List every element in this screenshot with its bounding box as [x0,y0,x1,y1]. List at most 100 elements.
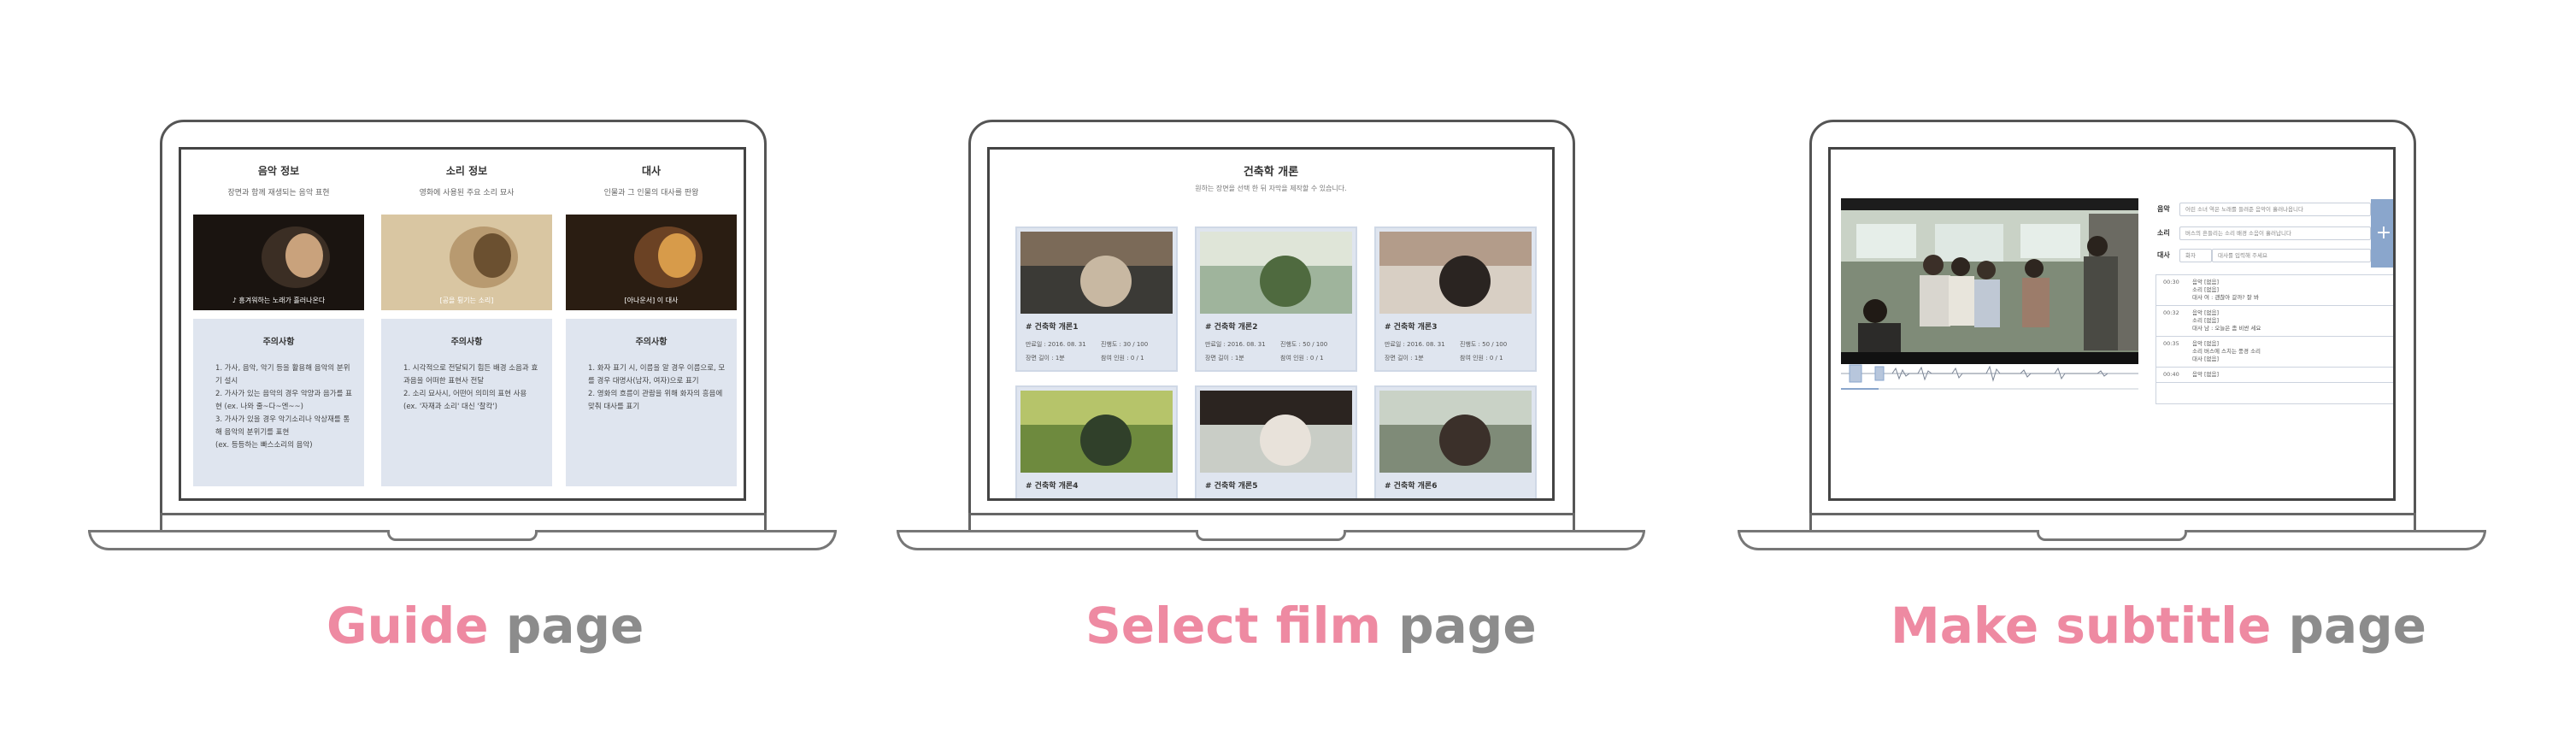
subtitle-input[interactable]: 대사를 입력해 주세요 [2212,249,2371,262]
film-thumbnail[interactable] [1379,391,1532,473]
guide-notice-box: 주의사항 1. 시각적으로 전달되기 힘든 배경 소음과 효과음을 어떠한 표현사… [381,319,552,486]
film-progress: 50 / 100 [1482,497,1507,498]
film-date: 2016. 08. 31 [1407,341,1445,348]
film-progress-label: 진행도 [1460,341,1477,348]
video-player[interactable] [1841,198,2138,364]
audio-waveform[interactable] [1841,363,2138,397]
film-card-title: # 건축학 개론4 [1026,482,1079,491]
guide-example-image: [아나운서] 이 대사 [566,215,737,310]
guide-example-image: ♪ 흥겨워하는 노래가 흘러나온다 [193,215,364,310]
guide-notice-item: 2. 가사가 있는 음악의 경우 악양과 음가를 표현 (ex. 나와 줄~다~… [215,390,352,411]
subtitle-entry[interactable]: 00:30 음악 [없음] 소리 [없음] 대사 여 : 괜찮아 갈까? 잘 봐 [2156,275,2393,306]
film-date-label: 만료일 [1026,341,1043,348]
film-thumbnail[interactable] [1200,391,1352,473]
film-progress: 50 / 100 [1303,341,1328,348]
film-date: 2016. 08. 31 [1227,497,1266,498]
film-progress-label: 진행도 [1101,341,1118,348]
speaker-select[interactable]: 화자 [2179,249,2212,262]
subtitle-entry-line: 음악 [없음] [2192,340,2220,347]
guide-column: 음악 정보 장면과 함께 재생되는 음악 표현 [193,150,364,197]
film-progress: 30 / 100 [1123,341,1149,348]
subtitle-entry[interactable]: 00:35 음악 [없음] 소리 버스에 스치는 풍경 소리 대사 [없음] [2156,337,2393,368]
film-cut: 1분 [1414,355,1424,362]
caption-make-subtitle: Make subtitle page [1891,597,2426,655]
subtitle-entry-time: 00:35 [2163,340,2179,347]
film-thumbnail[interactable] [1020,391,1173,473]
film-card-title: # 건축학 개론1 [1026,323,1079,332]
film-count: 0 / 1 [1309,355,1324,362]
subtitle-field-label: 대사 [2157,251,2170,259]
film-cut-label: 장면 길이 [1385,355,1409,362]
subtitle-entry[interactable]: 00:40 음악 [없음] [2156,368,2393,383]
film-progress-label: 진행도 [1101,497,1117,498]
guide-image-caption: ♪ 흥겨워하는 노래가 흘러나온다 [232,297,326,304]
subtitle-entry-line: 소리 버스에 스치는 풍경 소리 [2192,348,2261,355]
caption-select-film: Select film page [1085,597,1537,655]
film-card-meta: 만료일 : 2016. 08. 31 진행도 : 30 / 100 장면 길이 : … [1026,338,1171,365]
subtitle-entry-time: 00:40 [2163,371,2179,378]
guide-notice-item: 1. 가사, 음악, 악기 등을 활용해 음악의 분위기 설시 [215,364,350,385]
film-date: 2016. 08. 31 [1227,341,1266,348]
subtitle-input[interactable]: 어린 소녀 역은 노래를 들려준 음악이 흘러나옵니다 [2179,203,2371,216]
film-thumbnail[interactable] [1379,232,1532,314]
film-thumbnail[interactable] [1020,232,1173,314]
guide-notice-title: 주의사항 [635,338,668,347]
film-date-label: 만료일 [1205,497,1221,498]
film-card-title: # 건축학 개론5 [1205,482,1258,491]
film-title: 건축학 개론 [1243,166,1299,179]
film-progress-label: 진행도 [1460,497,1476,498]
caption-make-rest: page [2288,597,2426,655]
subtitle-entry-line: 대사 여 : 괜찮아 갈까? 잘 봐 [2192,294,2259,301]
film-date: 2016. 08. 31 [1048,497,1086,498]
film-card[interactable]: # 건축학 개론5 만료일 : 2016. 08. 31진행도 : 50 / 10… [1195,385,1357,498]
film-card[interactable]: # 건축학 개론2 만료일 : 2016. 08. 31 진행도 : 50 / 10… [1195,226,1357,372]
subtitle-entry-time: 00:30 [2163,279,2179,285]
film-card[interactable]: # 건축학 개론1 만료일 : 2016. 08. 31 진행도 : 30 / 10… [1015,226,1178,372]
film-progress-label: 진행도 [1280,341,1297,348]
film-cut: 1분 [1234,355,1244,362]
subtitle-input[interactable]: 버스의 흔들리는 소리 배경 소음이 흘러납니다 [2179,226,2371,240]
film-count: 0 / 1 [1130,355,1144,362]
guide-notice-item: 2. 영화의 흐름이 관람을 위해 화자의 흥음에 맞춰 대사를 표기 [588,390,723,411]
film-cut-label: 장면 길이 [1026,355,1050,362]
caption-guide-rest: page [505,597,644,655]
guide-example-image: [공을 튕기는 소리] [381,215,552,310]
guide-image-caption: [공을 튕기는 소리] [439,297,494,304]
film-card-title: # 건축학 개론2 [1205,323,1258,332]
film-count: 0 / 1 [1489,355,1503,362]
guide-notice-item: 1. 시각적으로 전달되기 힘든 배경 소음과 효과음을 어떠한 표현사 전달 [403,364,538,385]
film-date-label: 만료일 [1026,497,1042,498]
subtitle-list[interactable]: 00:30 음악 [없음] 소리 [없음] 대사 여 : 괜찮아 갈까? 잘 봐 00:… [2155,274,2393,404]
film-thumbnail[interactable] [1200,232,1352,314]
guide-column-title: 음악 정보 [257,165,300,177]
film-card-meta: 만료일 : 2016. 08. 31진행도 : 50 / 100장면 길이 : … [1205,497,1350,498]
guide-column: 대사 인물과 그 인물의 대사를 판왕 [566,150,737,197]
film-card[interactable]: # 건축학 개론4만료일 : 2016. 08. 31진행도 : 50 / 10… [1015,385,1178,498]
guide-screen: 음악 정보 장면과 함께 재생되는 음악 표현 ♪ 흥겨워하는 노래가 흘러나온다주… [179,147,746,501]
film-card[interactable]: # 건축학 개론6만료일 : 2016. 08. 31진행도 : 50 / 10… [1374,385,1537,498]
subtitle-entry-line: 음악 [없음] [2192,371,2220,378]
guide-column-subtitle: 인물과 그 인물의 대사를 판왕 [603,189,699,197]
film-card-meta: 만료일 : 2016. 08. 31진행도 : 50 / 100장면 길이 : … [1026,497,1171,498]
film-card[interactable]: # 건축학 개론3 만료일 : 2016. 08. 31 진행도 : 50 / 10… [1374,226,1537,372]
add-subtitle-button[interactable]: + [2371,199,2393,268]
guide-notice-title: 주의사항 [262,338,295,347]
subtitle-entry-line: 음악 [없음] [2192,309,2220,316]
guide-notice-item: (ex. 등등하는 빠스소리의 음악) [215,441,313,450]
guide-column-title: 소리 정보 [445,165,488,177]
caption-make-accent: Make subtitle [1891,597,2272,655]
guide-notice-item: (ex. '자재과 소리' 대신 '찰칵') [403,403,497,411]
guide-notice-box: 주의사항 1. 가사, 음악, 악기 등을 활용해 음악의 분위기 설시 2. 가사… [193,319,364,486]
film-card-meta: 만료일 : 2016. 08. 31진행도 : 50 / 100장면 길이 : … [1385,497,1530,498]
film-count-label: 참여 인원 [1460,355,1484,362]
laptop-2-notch [1196,530,1346,541]
caption-select-rest: page [1398,597,1537,655]
film-date-label: 만료일 [1385,341,1402,348]
subtitle-entry[interactable]: 00:32 음악 [없음] 소리 [없음] 대사 남 : 오늘은 좀 비싼 세요 [2156,306,2393,337]
caption-guide: Guide page [326,597,644,655]
guide-column: 소리 정보 영화에 사용된 주요 소리 묘사 [381,150,552,197]
subtitle-entry-line: 음악 [없음] [2192,279,2220,285]
film-date: 2016. 08. 31 [1048,341,1086,348]
film-date: 2016. 08. 31 [1407,497,1445,498]
make-subtitle-screen: 음악 어린 소녀 역은 노래를 들려준 음악이 흘러나옵니다 소리 버스의 흔들리는 … [1828,147,2396,501]
